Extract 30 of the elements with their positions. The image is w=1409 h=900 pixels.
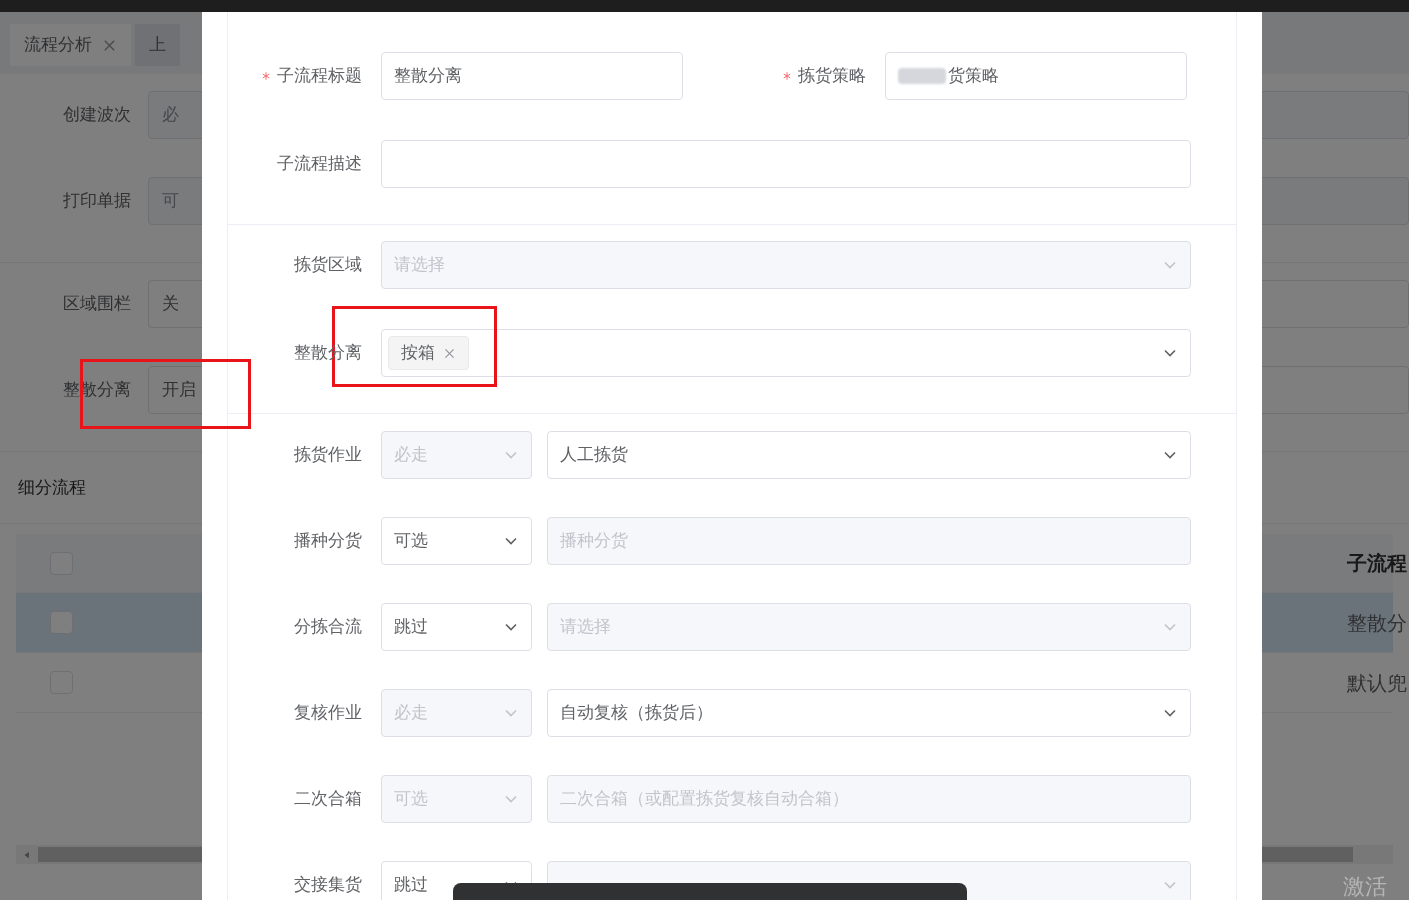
scroll-left-arrow-icon[interactable] (22, 849, 32, 860)
text-input[interactable]: 整散分离 (381, 52, 683, 100)
form-label: 创建波次 (61, 104, 131, 127)
tab[interactable]: 流程分析 (10, 24, 131, 66)
form-label: 二次合箱 (294, 788, 362, 811)
form-label: 拣货作业 (294, 444, 362, 467)
table-cell-text: 默认兜 (1347, 670, 1407, 696)
tag[interactable]: 按箱 (388, 336, 469, 370)
form-label: 拣货区域 (294, 254, 362, 277)
form-label: 子流程描述 (277, 153, 362, 176)
form-label: 分拣合流 (294, 616, 362, 639)
close-icon[interactable] (443, 346, 456, 360)
form-label: 交接集货 (294, 874, 362, 897)
text-input[interactable] (381, 140, 1191, 188)
column-header: 子流程 (1347, 551, 1407, 576)
form-label: 区域围栏 (61, 293, 131, 316)
form-label: 播种分货 (294, 530, 362, 553)
section-title: 细分流程 (18, 476, 86, 499)
select-field[interactable]: 人工拣货 (547, 431, 1191, 479)
redaction (898, 68, 946, 84)
form-label: 子流程标题 (277, 65, 362, 88)
table-cell-text: 整散分 (1347, 610, 1407, 636)
select-field[interactable]: 自动复核（拣货后） (547, 689, 1191, 737)
form-label: 打印单据 (61, 190, 131, 213)
form-label: 拣货策略 (798, 65, 866, 88)
text-input[interactable]: 货策略 (885, 52, 1187, 100)
form-label: 复核作业 (294, 702, 362, 725)
select-field[interactable]: 可选 (381, 517, 532, 565)
select-field[interactable]: 按箱 (381, 329, 1191, 377)
select-field[interactable]: 跳过 (381, 603, 532, 651)
